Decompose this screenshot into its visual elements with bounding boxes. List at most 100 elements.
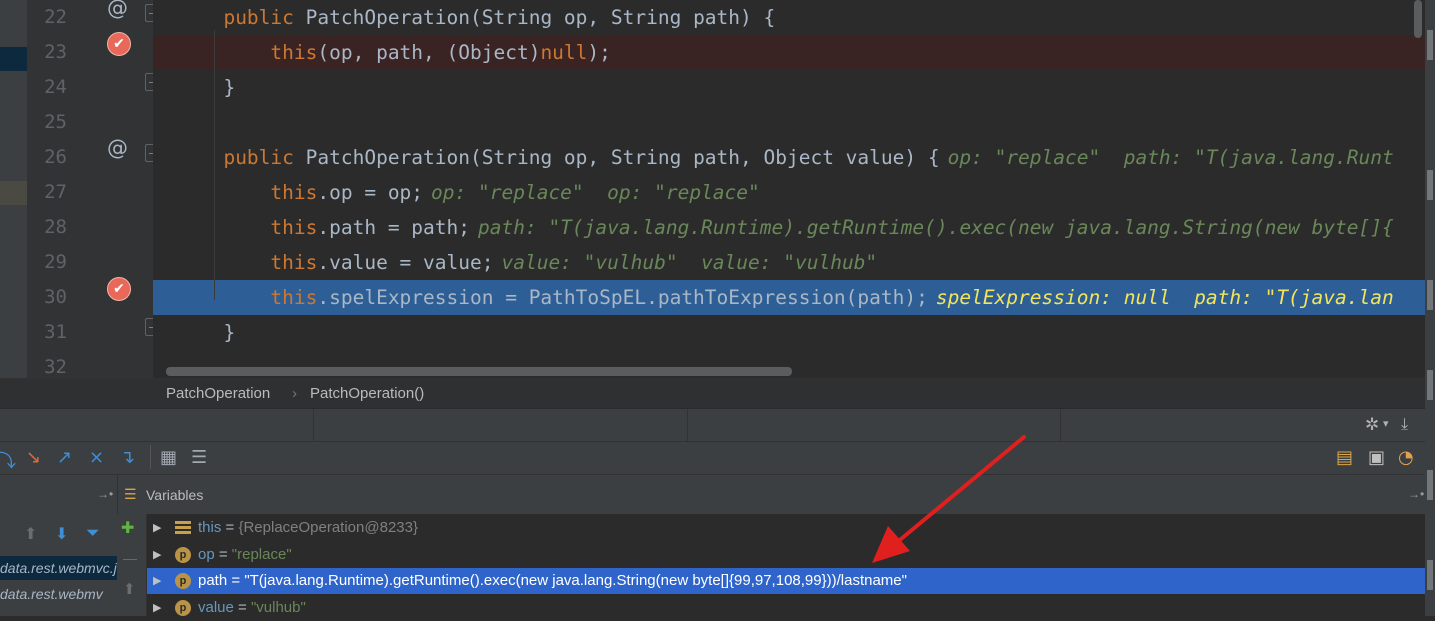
step-into-icon[interactable]: ↘ [26, 447, 41, 468]
code-line[interactable]: this.spelExpression = PathToSpEL.pathToE… [153, 280, 1425, 315]
inline-debug-value: path: "T(java.lang.Runtime).getRuntime()… [478, 216, 1394, 239]
code-line[interactable] [153, 105, 1425, 140]
inline-debug-value: op: "replace" path: "T(java.lang.Runt [947, 146, 1394, 169]
chevron-down-icon[interactable]: ▾ [1383, 417, 1389, 430]
line-number: 26 [44, 146, 67, 168]
variable-text: value = "vulhub" [198, 595, 306, 621]
parameter-icon: p [175, 599, 191, 616]
new-watch-icon[interactable]: ✚ [121, 518, 134, 538]
line-number: 27 [44, 181, 67, 203]
step-out-icon[interactable]: ↗ [57, 447, 72, 468]
debug-tab-bar: ✲ ▾ ⤓ [0, 408, 1425, 442]
variables-header: ☰ Variables →• [117, 474, 1425, 514]
gear-icon[interactable]: ✲ [1365, 415, 1379, 435]
frame-item[interactable]: data.rest.webmvc.j [0, 556, 117, 580]
project-tool-strip [0, 0, 27, 408]
editor-horizontal-scrollbar[interactable] [166, 367, 792, 376]
frame-up-icon[interactable]: ⬆ [24, 524, 37, 544]
expand-arrow-icon[interactable]: ▶ [153, 568, 161, 594]
frame-down-icon[interactable]: ⬇ [55, 524, 68, 544]
tool-window-tab[interactable] [1427, 370, 1433, 400]
tool-window-tab[interactable] [1427, 470, 1433, 500]
performance-gauge-icon[interactable]: ◔ [1398, 447, 1414, 468]
tool-window-tab[interactable] [1427, 170, 1433, 200]
expand-arrow-icon[interactable]: ▶ [153, 542, 161, 568]
override-marker-icon[interactable]: @ [107, 136, 128, 160]
code-line[interactable]: this.path = path; path: "T(java.lang.Runt… [153, 210, 1425, 245]
code-line[interactable]: this.op = op; op: "replace" op: "replace" [153, 175, 1425, 210]
trace-icon[interactable]: ☰ [191, 447, 207, 468]
object-icon [175, 520, 191, 536]
variable-row[interactable]: ▶ p value = "vulhub" [147, 595, 1425, 621]
keyword-token: public [223, 146, 294, 169]
memory-icon[interactable]: ▣ [1368, 447, 1385, 468]
evaluate-expression-icon[interactable]: ▦ [160, 447, 177, 468]
code-editor[interactable]: public PatchOperation(String op, String … [153, 0, 1425, 378]
run-to-cursor-icon[interactable]: ↴ [120, 447, 135, 468]
frames-list[interactable]: ⬆ ⬇ ⏷ data.rest.webmvc.j data.rest.webmv [0, 514, 117, 616]
move-up-icon[interactable]: ⬆ [123, 580, 136, 598]
variables-title: Variables [146, 487, 204, 503]
pin-icon[interactable]: →• [97, 487, 113, 501]
project-tree-highlight-row [0, 181, 27, 205]
breakpoint-icon[interactable]: ✔ [107, 32, 131, 56]
project-tree-selected-row[interactable] [0, 47, 27, 71]
indent-guide [214, 30, 215, 300]
expand-arrow-icon[interactable]: ▶ [153, 595, 161, 621]
equals-sign: = [214, 545, 232, 563]
tool-window-tab[interactable] [1427, 280, 1433, 310]
line-number: 28 [44, 216, 67, 238]
breakpoint-icon[interactable]: ✔ [107, 277, 131, 301]
step-over-icon[interactable]: ⤵ [0, 447, 16, 473]
code-token: ); [587, 41, 611, 64]
expand-arrow-icon[interactable]: ▶ [153, 515, 161, 541]
code-token: .path = path; [317, 216, 470, 239]
code-token: PatchOperation(String op, String path, O… [293, 146, 940, 169]
breadcrumb-method[interactable]: PatchOperation() [310, 385, 424, 402]
variable-text: this = {ReplaceOperation@8233} [198, 515, 418, 541]
variable-value: {ReplaceOperation@8233} [238, 519, 418, 536]
editor-vertical-scrollbar[interactable] [1414, 0, 1422, 38]
code-line[interactable]: public PatchOperation(String op, String … [153, 0, 1425, 35]
code-token: .spelExpression = PathToSpEL.pathToExpre… [317, 286, 928, 309]
keyword-token: null [540, 41, 588, 64]
code-line[interactable]: this.value = value; value: "vulhub" value… [153, 245, 1425, 280]
code-line[interactable]: } [153, 70, 1425, 105]
line-number: 24 [44, 76, 67, 98]
variable-row[interactable]: ▶ p op = "replace" [147, 542, 1425, 568]
tool-window-tab[interactable] [1427, 30, 1433, 60]
override-marker-icon[interactable]: @ [107, 0, 128, 20]
restore-layout-icon[interactable]: ▤ [1336, 447, 1353, 468]
variable-name: this [198, 519, 222, 536]
code-token: } [223, 76, 236, 99]
pin-icon[interactable]: →• [1408, 487, 1424, 501]
inline-debug-value: op: "replace" op: "replace" [431, 181, 760, 204]
variable-row[interactable]: ▶ this = {ReplaceOperation@8233} [147, 515, 1425, 541]
equals-sign: = [233, 598, 251, 616]
frame-item[interactable]: data.rest.webmv [0, 582, 117, 606]
variable-name: op [198, 545, 215, 563]
hide-panel-icon[interactable]: ⤓ [1401, 414, 1408, 434]
variable-row[interactable]: ▶ p path = "T(java.lang.Runtime).getRuntim… [147, 568, 1425, 594]
filter-icon[interactable]: ⏷ [86, 523, 100, 543]
line-number: 29 [44, 251, 67, 273]
tool-window-tab[interactable] [1427, 560, 1433, 590]
breadcrumb-class[interactable]: PatchOperation [166, 385, 270, 402]
breadcrumb: PatchOperation › PatchOperation() [0, 378, 1425, 408]
breadcrumb-separator: › [292, 385, 297, 402]
keyword-token: this [223, 181, 318, 204]
remove-watch-icon[interactable]: — [123, 550, 137, 566]
code-line[interactable]: this(op, path, (Object)null); [153, 35, 1425, 70]
drop-frame-icon[interactable]: ⨯ [89, 447, 104, 468]
code-line[interactable]: public PatchOperation(String op, String … [153, 140, 1425, 175]
right-tool-strip [1425, 0, 1435, 616]
code-line[interactable]: } [153, 315, 1425, 350]
variable-value: "vulhub" [250, 598, 306, 616]
variables-tree[interactable]: ▶ this = {ReplaceOperation@8233} ▶ p op = "r… [147, 514, 1425, 616]
